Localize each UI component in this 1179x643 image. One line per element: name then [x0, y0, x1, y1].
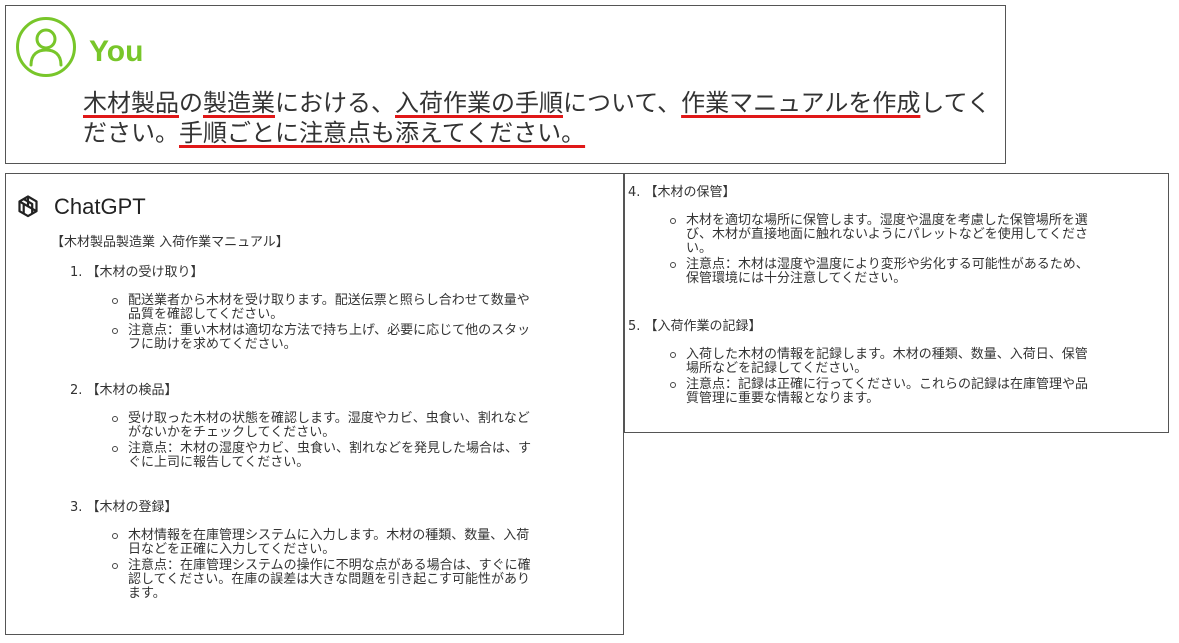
section-bullet-list: 木材情報を在庫管理システムに入力します。木材の種類、数量、入荷 日などを正確に入力… — [112, 529, 615, 601]
bullet-line: 認してください。在庫の誤差は大きな問題を引き起こす可能性があり — [128, 572, 530, 587]
prompt-fragment: における、 — [275, 89, 395, 117]
bullet-line: 注意点：重い木材は適切な方法で持ち上げ、必要に応じて他のスタッ — [128, 323, 531, 338]
section-bullet-list: 受け取った木材の状態を確認します。湿度やカビ、虫食い、割れなど がないかをチェック… — [112, 412, 615, 470]
section-heading: 1. 【木材の受け取り】 — [70, 265, 204, 280]
prompt-fragment: について、 — [563, 89, 682, 117]
highlighted-phrase: 手順ごとに注意点も添えてください。 — [179, 119, 586, 147]
assistant-header: ChatGPT — [14, 190, 146, 224]
hollow-bullet-icon — [670, 262, 676, 268]
section-heading: 5. 【入荷作業の記録】 — [628, 319, 762, 334]
manual-section-5: 5. 【入荷作業の記録】入荷した木材の情報を記録します。木材の種類、数量、入荷日… — [628, 319, 1158, 408]
hollow-bullet-icon — [112, 533, 118, 539]
bullet-line: 木材情報を在庫管理システムに入力します。木材の種類、数量、入荷 — [128, 528, 530, 543]
bullet-line: び、木材が直接地面に触れないようにパレットなどを使用してくださ — [686, 227, 1088, 242]
section-bullet-list: 入荷した木材の情報を記録します。木材の種類、数量、入荷日、保管 場所などを記録して… — [670, 348, 1158, 406]
bullet-line: 木材を適切な場所に保管します。湿度や温度を考慮した保管場所を選 — [686, 213, 1088, 228]
section-heading: 4. 【木材の保管】 — [628, 185, 736, 200]
bullet-item: 入荷した木材の情報を記録します。木材の種類、数量、入荷日、保管 場所などを記録して… — [670, 348, 1158, 376]
assistant-message-panel-continued: 4. 【木材の保管】木材を適切な場所に保管します。湿度や温度を考慮した保管場所を… — [624, 173, 1169, 433]
hollow-bullet-icon — [112, 446, 118, 452]
section-heading: 2. 【木材の検品】 — [70, 383, 178, 398]
bullet-line: 日などを正確に入力してください。 — [128, 542, 336, 557]
hollow-bullet-icon — [670, 382, 676, 388]
highlighted-phrase: 製造業 — [203, 89, 275, 117]
bullet-item: 受け取った木材の状態を確認します。湿度やカビ、虫食い、割れなど がないかをチェック… — [112, 412, 615, 440]
bullet-line: ぐに上司に報告してください。 — [128, 455, 310, 470]
manual-title: 【木材製品製造業 入荷作業マニュアル】 — [51, 235, 289, 250]
bullet-item: 注意点：木材の湿度やカビ、虫食い、割れなどを発見した場合は、す ぐに上司に報告して… — [112, 442, 615, 470]
bullet-line: 保管環境には十分注意してください。 — [686, 271, 907, 286]
hollow-bullet-icon — [670, 218, 676, 224]
bullet-line: ます。 — [128, 586, 166, 601]
assistant-message-panel: ChatGPT 【木材製品製造業 入荷作業マニュアル】 1. 【木材の受け取り】… — [5, 173, 624, 635]
bullet-line: フに助けを求めてください。 — [128, 337, 297, 352]
user-message-panel: You 木材製品の製造業における、入荷作業の手順について、作業マニュアルを作成し… — [5, 5, 1006, 164]
user-prompt-text: 木材製品の製造業における、入荷作業の手順について、作業マニュアルを作成してくださ… — [83, 88, 998, 148]
bullet-line: 注意点：木材は湿度や温度により変形や劣化する可能性があるため、 — [686, 257, 1089, 272]
bullet-line: 注意点：記録は正確に行ってください。これらの記録は在庫管理や品 — [686, 377, 1088, 392]
bullet-line: 場所などを記録してください。 — [686, 361, 868, 376]
bullet-item: 配送業者から木材を受け取ります。配送伝票と照らし合わせて数量や 品質を確認してくだ… — [112, 294, 615, 322]
hollow-bullet-icon — [112, 563, 118, 569]
manual-section-2: 2. 【木材の検品】受け取った木材の状態を確認します。湿度やカビ、虫食い、割れな… — [70, 383, 615, 472]
bullet-line: 品質を確認してください。 — [128, 307, 284, 322]
bullet-item: 木材情報を在庫管理システムに入力します。木材の種類、数量、入荷 日などを正確に入力… — [112, 529, 615, 557]
manual-section-4: 4. 【木材の保管】木材を適切な場所に保管します。湿度や温度を考慮した保管場所を… — [628, 185, 1158, 288]
bullet-item: 注意点：重い木材は適切な方法で持ち上げ、必要に応じて他のスタッ フに助けを求めてく… — [112, 324, 615, 352]
bullet-item: 注意点：木材は湿度や温度により変形や劣化する可能性があるため、 保管環境には十分注… — [670, 258, 1158, 286]
bullet-line: 入荷した木材の情報を記録します。木材の種類、数量、入荷日、保管 — [686, 347, 1088, 362]
bullet-item: 注意点：在庫管理システムの操作に不明な点がある場合は、すぐに確 認してください。在… — [112, 559, 615, 601]
highlighted-phrase: 木材製品 — [83, 89, 179, 117]
bullet-item: 木材を適切な場所に保管します。湿度や温度を考慮した保管場所を選 び、木材が直接地面… — [670, 214, 1158, 256]
hollow-bullet-icon — [112, 298, 118, 304]
manual-section-1: 1. 【木材の受け取り】配送業者から木材を受け取ります。配送伝票と照らし合わせて… — [70, 265, 615, 354]
highlighted-phrase: 入荷作業の手順 — [395, 89, 563, 117]
bullet-item: 注意点：記録は正確に行ってください。これらの記録は在庫管理や品 質管理に重要な情報… — [670, 378, 1158, 406]
bullet-line: 受け取った木材の状態を確認します。湿度やカビ、虫食い、割れなど — [128, 411, 530, 426]
bullet-line: い。 — [686, 241, 713, 256]
user-avatar-icon — [16, 17, 76, 77]
hollow-bullet-icon — [112, 416, 118, 422]
highlighted-phrase: 作業マニュアルを作成 — [681, 89, 921, 117]
prompt-fragment: の — [179, 89, 203, 117]
bullet-line: がないかをチェックしてください。 — [128, 425, 336, 440]
manual-section-3: 3. 【木材の登録】木材情報を在庫管理システムに入力します。木材の種類、数量、入… — [70, 500, 615, 603]
assistant-name: ChatGPT — [54, 194, 146, 219]
section-heading: 3. 【木材の登録】 — [70, 500, 178, 515]
bullet-line: 質管理に重要な情報となります。 — [686, 391, 880, 406]
section-bullet-list: 配送業者から木材を受け取ります。配送伝票と照らし合わせて数量や 品質を確認してくだ… — [112, 294, 615, 352]
openai-logo-icon — [18, 195, 38, 218]
user-name: You — [89, 35, 144, 68]
section-bullet-list: 木材を適切な場所に保管します。湿度や温度を考慮した保管場所を選 び、木材が直接地面… — [670, 214, 1158, 286]
bullet-line: 配送業者から木材を受け取ります。配送伝票と照らし合わせて数量や — [128, 293, 530, 308]
hollow-bullet-icon — [670, 352, 676, 358]
bullet-line: 注意点：木材の湿度やカビ、虫食い、割れなどを発見した場合は、す — [128, 441, 532, 456]
hollow-bullet-icon — [112, 328, 118, 334]
bullet-line: 注意点：在庫管理システムの操作に不明な点がある場合は、すぐに確 — [128, 558, 531, 573]
